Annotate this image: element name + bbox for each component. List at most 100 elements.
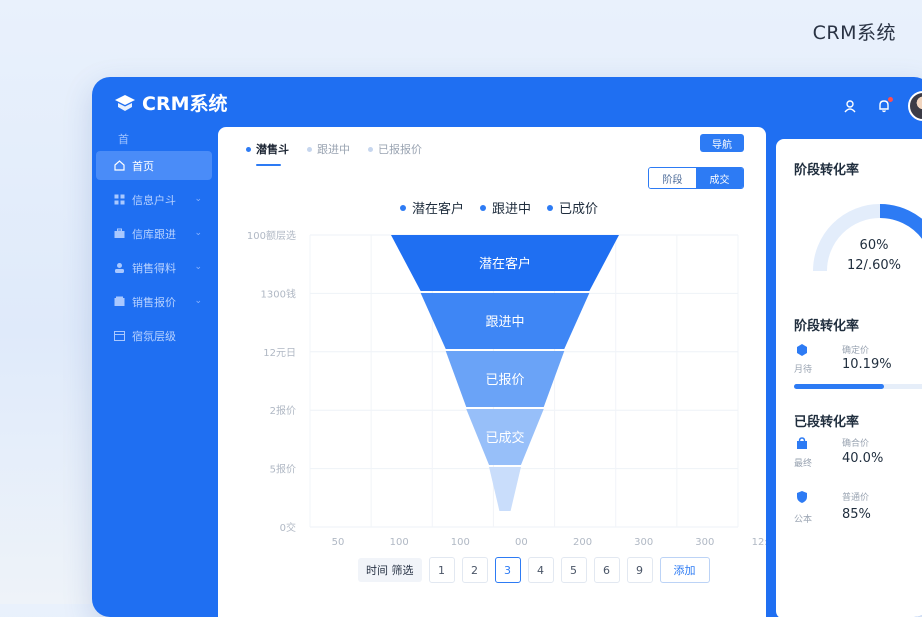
tab-label: 跟进中 [317, 143, 350, 156]
gauge-percent: 60% [859, 238, 889, 253]
chevron-down-icon: ⌄ [194, 194, 202, 204]
gauge-title: 阶段转化率 [794, 163, 860, 178]
tab-following[interactable]: 跟进中 [307, 141, 350, 157]
tab-label: 潜售斗 [256, 143, 289, 156]
sidebar-item-label: 信息户斗 [132, 193, 176, 207]
add-button[interactable]: 添加 [659, 557, 710, 583]
stage-deal-toggle: 阶段 成交 [648, 167, 744, 189]
nav-button[interactable]: 导航 [700, 134, 744, 152]
progress-fill [794, 384, 884, 389]
page-button[interactable]: 1 [428, 557, 455, 583]
tab-funnel[interactable]: 潜售斗 [246, 141, 289, 166]
y-tick-label: 0交 [280, 521, 296, 534]
sidebar: 首 首页 信息户斗 ⌄ 信库跟进 ⌄ 销售得料 ⌄ 销售报价 ⌄ 宿氛层级 [92, 125, 216, 617]
funnel-segment-label: 潜在客户 [479, 256, 531, 272]
funnel-chart: 100额层选 1300钱 12元日 2报价 5报价 0交 50 100 100 00 200 300 3… [247, 229, 766, 547]
x-tick-label: 12:00 [752, 537, 766, 547]
page-button[interactable]: 5 [560, 557, 587, 583]
sidebar-item-label: 销售得料 [132, 261, 176, 275]
page-button[interactable]: 9 [626, 557, 653, 583]
box-icon [114, 296, 126, 308]
y-tick-label: 5报价 [270, 463, 296, 476]
notification-dot [888, 97, 893, 102]
x-tick-label: 100 [390, 537, 409, 547]
sidebar-item-sales-data[interactable]: 销售得料 ⌄ [96, 253, 212, 282]
sidebar-item-follow[interactable]: 信库跟进 ⌄ [96, 219, 212, 248]
chevron-down-icon: ⌄ [194, 228, 202, 238]
y-tick-label: 100额层选 [247, 229, 296, 242]
page-title: CRM系统 [812, 22, 896, 44]
logo-icon [115, 94, 135, 111]
normal-rate-sub: 普通价 [842, 493, 870, 503]
sidebar-item-home[interactable]: 首页 [96, 151, 212, 180]
tab-quoted[interactable]: 已报报价 [368, 141, 422, 157]
legend-label: 跟进中 [492, 202, 532, 217]
app-logo[interactable]: CRM系统 [114, 89, 227, 116]
crm-app-window: CRM系统 首 首页 信息户斗 ⌄ 信库跟进 ⌄ 销售得料 ⌄ 销售报价 ⌄ 宿… [92, 77, 922, 617]
funnel-segment-label: 已成交 [485, 430, 524, 446]
stage-rate-value: 10.19% [842, 357, 892, 372]
pagination: 时间 筛选 1 2 3 4 5 6 9 添加 [358, 557, 710, 583]
chevron-down-icon: ⌄ [194, 296, 202, 306]
gauge-value: 12/.60% [847, 258, 901, 273]
page-button[interactable]: 2 [461, 557, 488, 583]
page-button[interactable]: 6 [593, 557, 620, 583]
legend-label: 已成价 [559, 202, 599, 217]
chart-legend: 潜在客户 跟进中 已成价 [400, 198, 598, 217]
segment-deal[interactable]: 成交 [696, 168, 743, 188]
x-tick-label: 300 [695, 537, 714, 547]
sidebar-item-label: 首页 [132, 159, 154, 173]
user-icon [114, 262, 126, 274]
legend-item: 潜在客户 [400, 198, 464, 217]
calendar-icon [114, 330, 126, 342]
bag-icon [797, 437, 807, 449]
funnel-segment-label: 跟进中 [485, 315, 524, 330]
done-rate-row-label: 最终 [794, 459, 813, 469]
normal-rate-row-label: 公本 [794, 515, 813, 525]
y-tick-label: 2报价 [270, 404, 296, 417]
stage-rate-sub: 确定价 [842, 346, 870, 356]
sidebar-item-info[interactable]: 信息户斗 ⌄ [96, 185, 212, 214]
chevron-down-icon: ⌄ [194, 262, 202, 272]
top-bar: CRM系统 [92, 77, 922, 125]
sidebar-item-level[interactable]: 宿氛层级 [96, 321, 212, 350]
sidebar-heading: 首 [118, 133, 129, 146]
legend-item: 跟进中 [480, 198, 531, 217]
funnel-tabs: 潜售斗 跟进中 已报报价 [246, 141, 422, 166]
sidebar-item-label: 宿氛层级 [132, 329, 176, 343]
badge-icon [797, 344, 807, 356]
grid-icon [114, 194, 126, 206]
page-button-current[interactable]: 3 [494, 557, 521, 583]
legend-item: 已成价 [547, 198, 598, 217]
bell-icon[interactable] [874, 96, 894, 116]
home-icon [114, 160, 126, 172]
done-rate-value: 40.0% [842, 451, 884, 466]
avatar[interactable] [908, 91, 922, 121]
conversion-panel: 阶段转化率 60% 12/.60% 阶段转化率 确定价 月待 10.19% 已段… [776, 139, 922, 617]
funnel-segment-label: 已报价 [485, 373, 524, 388]
x-tick-label: 300 [634, 537, 653, 547]
y-tick-label: 12元日 [263, 348, 296, 359]
y-tick-label: 1300钱 [261, 287, 296, 300]
time-filter-label[interactable]: 时间 筛选 [358, 558, 422, 582]
stage-rate-title: 阶段转化率 [794, 319, 860, 334]
main-panel: 潜售斗 跟进中 已报报价 导航 阶段 成交 潜在客户 跟进中 已成价 100额层… [218, 127, 766, 617]
sidebar-item-label: 信库跟进 [132, 227, 176, 241]
done-rate-title: 已段转化率 [794, 415, 860, 430]
app-logo-text: CRM系统 [142, 93, 228, 115]
normal-rate-value: 85% [842, 507, 871, 522]
page-button[interactable]: 4 [527, 557, 554, 583]
user-icon[interactable] [840, 96, 860, 116]
stage-rate-row-label: 月待 [794, 365, 813, 375]
top-icons [840, 91, 922, 121]
sidebar-item-sales-quote[interactable]: 销售报价 ⌄ [96, 287, 212, 316]
segment-stage[interactable]: 阶段 [649, 168, 696, 188]
sidebar-item-label: 销售报价 [132, 295, 176, 309]
stage-rate-progress [794, 384, 922, 389]
done-rate-sub: 确合价 [842, 439, 870, 449]
tab-label: 已报报价 [378, 143, 422, 156]
gauge-text: 60% 12/.60% [834, 236, 914, 276]
x-tick-label: 00 [515, 537, 528, 547]
x-tick-label: 100 [451, 537, 470, 547]
x-tick-label: 200 [573, 537, 592, 547]
